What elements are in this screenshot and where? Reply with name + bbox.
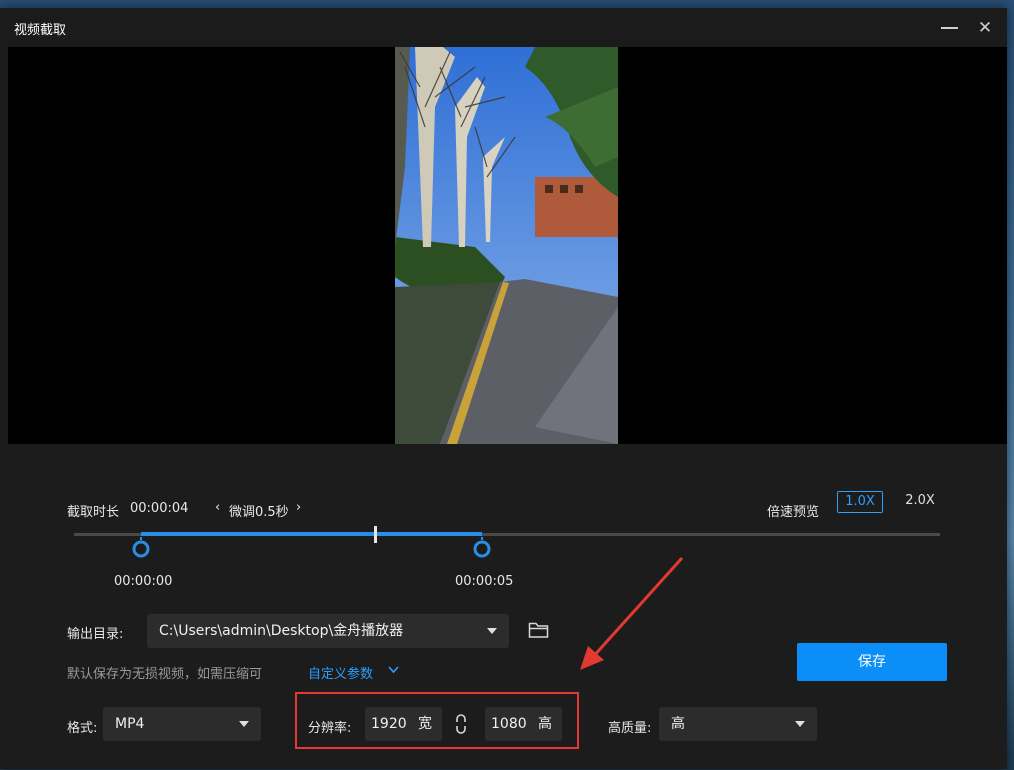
save-button[interactable]: 保存 <box>797 643 947 681</box>
output-dir-label: 输出目录: <box>67 627 124 642</box>
output-dir-select[interactable]: C:\Users\admin\Desktop\金舟播放器 <box>147 614 509 648</box>
duration-value: 00:00:04 <box>130 501 189 516</box>
quality-select[interactable]: 高 <box>659 707 817 741</box>
playhead[interactable] <box>374 526 377 543</box>
end-handle[interactable] <box>473 536 491 558</box>
duration-label: 截取时长 <box>67 505 120 520</box>
format-label: 格式: <box>67 721 98 736</box>
speed-preview-label: 倍速预览 <box>767 505 820 520</box>
speed-1x-button[interactable]: 1.0X <box>837 491 883 513</box>
resolution-label: 分辨率: <box>308 721 352 736</box>
quality-label: 高质量: <box>608 721 652 736</box>
trim-controls-panel: 截取时长 00:00:04 ‹ 微调0.5秒 › 倍速预览 1.0X 2.0X … <box>8 444 1007 769</box>
nudge-label: 微调0.5秒 <box>229 505 289 520</box>
chevron-down-icon <box>795 721 805 727</box>
video-frame-image <box>395 47 618 444</box>
window-title: 视频截取 <box>14 23 67 38</box>
resolution-height-input[interactable]: 1080 高 <box>485 707 562 741</box>
chevron-down-icon <box>239 721 249 727</box>
annotation-arrow <box>580 556 684 670</box>
resolution-width-input[interactable]: 1920 宽 <box>365 707 442 741</box>
resolution-height-unit: 高 <box>538 716 552 732</box>
resolution-width-unit: 宽 <box>418 716 432 732</box>
nudge-next-icon[interactable]: › <box>296 500 301 515</box>
selected-range <box>141 532 482 536</box>
link-ratio-icon[interactable] <box>454 713 468 735</box>
chevron-down-icon <box>487 628 497 634</box>
custom-params-link[interactable]: 自定义参数 <box>308 663 373 682</box>
video-trim-window: 视频截取 ✕ 截取时长 00:00:04 ‹ 微调0.5秒 › 倍速预览 1.0… <box>0 8 1007 769</box>
video-preview <box>8 47 1007 444</box>
end-time-label: 00:00:05 <box>455 574 514 589</box>
video-frame <box>395 47 618 444</box>
minimize-button[interactable] <box>937 16 961 40</box>
close-button[interactable]: ✕ <box>973 16 997 40</box>
speed-2x-button[interactable]: 2.0X <box>898 491 942 511</box>
resolution-height-value: 1080 <box>491 716 527 732</box>
folder-icon[interactable] <box>528 621 549 639</box>
resolution-width-value: 1920 <box>371 716 407 732</box>
start-handle[interactable] <box>132 536 150 558</box>
start-time-label: 00:00:00 <box>114 574 173 589</box>
quality-value: 高 <box>671 716 685 732</box>
format-select[interactable]: MP4 <box>103 707 261 741</box>
format-value: MP4 <box>115 716 145 732</box>
title-bar: 视频截取 ✕ <box>0 8 1007 47</box>
chevron-down-icon <box>388 666 399 674</box>
nudge-prev-icon[interactable]: ‹ <box>215 500 220 515</box>
lossless-hint: 默认保存为无损视频，如需压缩可 <box>67 667 263 682</box>
output-dir-value: C:\Users\admin\Desktop\金舟播放器 <box>159 623 404 639</box>
